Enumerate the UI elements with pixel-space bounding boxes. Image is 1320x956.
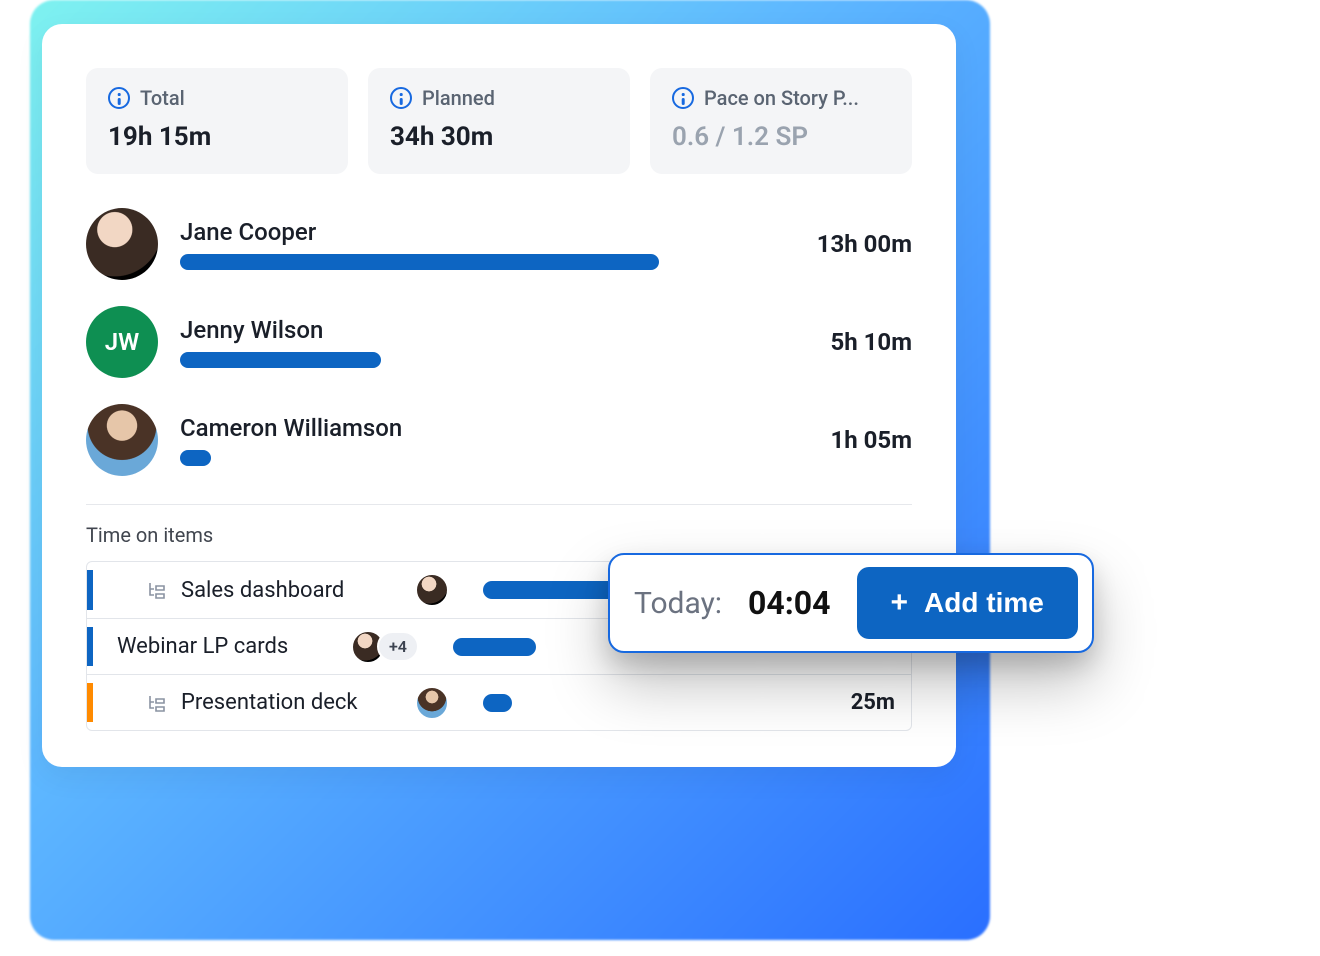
item-time: 25m — [785, 690, 895, 715]
person-time: 5h 10m — [830, 328, 912, 356]
add-time-widget: Today: 04:04 + Add time — [608, 553, 1094, 653]
person-row[interactable]: Cameron Williamson 1h 05m — [86, 404, 912, 476]
stat-value: 0.6 / 1.2 SP — [672, 122, 890, 152]
assignees[interactable] — [415, 573, 449, 607]
stat-label: Pace on Story P... — [704, 86, 859, 110]
row-accent — [87, 683, 93, 722]
stat-value: 19h 15m — [108, 122, 326, 152]
person-name: Jane Cooper — [180, 218, 795, 246]
people-list: Jane Cooper 13h 00m JW Jenny Wilson 5h 1… — [86, 208, 912, 476]
info-icon[interactable] — [390, 87, 412, 109]
item-name: Presentation deck — [181, 690, 401, 715]
time-report-card: Total 19h 15m Planned 34h 30m Pace on St… — [42, 24, 956, 767]
info-icon[interactable] — [108, 87, 130, 109]
info-icon[interactable] — [672, 87, 694, 109]
assignees[interactable]: +4 — [351, 630, 419, 664]
person-name: Jenny Wilson — [180, 316, 808, 344]
item-name: Webinar LP cards — [117, 634, 337, 659]
avatar[interactable] — [415, 573, 449, 607]
more-assignees-badge[interactable]: +4 — [377, 631, 419, 662]
today-label: Today: — [634, 586, 722, 621]
assignees[interactable] — [415, 686, 449, 720]
stat-label: Total — [140, 86, 185, 110]
avatar[interactable] — [415, 686, 449, 720]
stat-value: 34h 30m — [390, 122, 608, 152]
time-bar — [180, 254, 795, 270]
item-name: Sales dashboard — [181, 578, 401, 603]
person-row[interactable]: JW Jenny Wilson 5h 10m — [86, 306, 912, 378]
avatar[interactable] — [86, 404, 158, 476]
add-time-button[interactable]: + Add time — [857, 567, 1078, 639]
divider — [86, 504, 912, 505]
time-bar — [180, 352, 808, 368]
person-time: 1h 05m — [830, 426, 912, 454]
person-name: Cameron Williamson — [180, 414, 808, 442]
plus-icon: + — [891, 588, 909, 618]
person-row[interactable]: Jane Cooper 13h 00m — [86, 208, 912, 280]
time-bar — [180, 450, 808, 466]
stat-tile-pace[interactable]: Pace on Story P... 0.6 / 1.2 SP — [650, 68, 912, 174]
avatar[interactable]: JW — [86, 306, 158, 378]
row-accent — [87, 627, 93, 666]
subtask-icon — [147, 693, 167, 713]
avatar[interactable] — [86, 208, 158, 280]
stat-label: Planned — [422, 86, 495, 110]
person-time: 13h 00m — [817, 230, 912, 258]
time-bar — [463, 694, 771, 712]
stat-tile-total[interactable]: Total 19h 15m — [86, 68, 348, 174]
item-row[interactable]: Presentation deck 25m — [87, 674, 911, 730]
add-time-label: Add time — [924, 587, 1044, 619]
stats-row: Total 19h 15m Planned 34h 30m Pace on St… — [86, 68, 912, 174]
stat-tile-planned[interactable]: Planned 34h 30m — [368, 68, 630, 174]
subtask-icon — [147, 580, 167, 600]
today-time: 04:04 — [748, 584, 830, 622]
section-title: Time on items — [86, 523, 912, 547]
row-accent — [87, 570, 93, 610]
